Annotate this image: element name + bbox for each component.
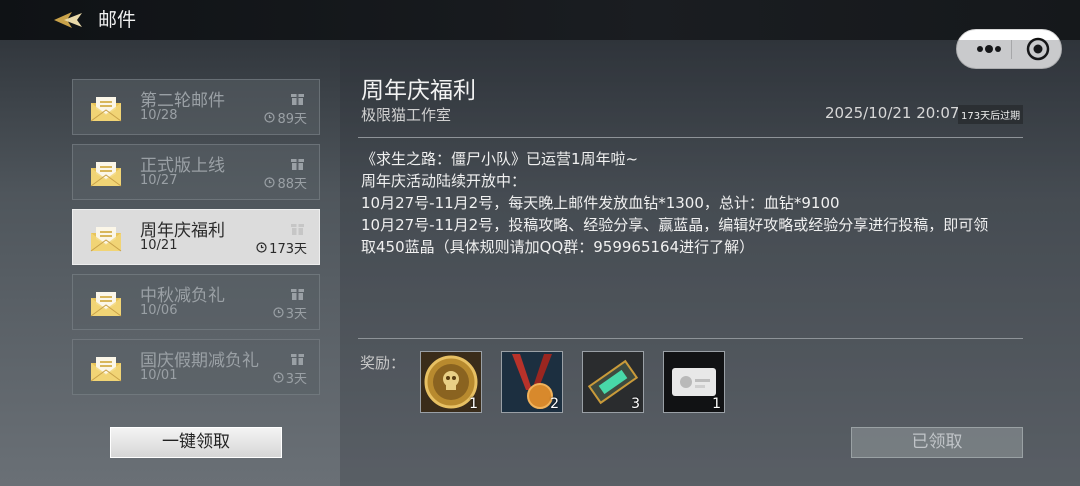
mail-days-left: 173天 (256, 238, 307, 257)
top-bar: 邮件 (0, 0, 1080, 40)
mail-days-left: 89天 (264, 108, 307, 127)
body-line: 取450蓝晶（具体规则请加QQ群：959965164进行了解） (361, 238, 755, 256)
mail-list-item[interactable]: 国庆假期减负礼 10/01 3天 (72, 339, 320, 395)
mail-list-item[interactable]: 中秋减负礼 10/06 3天 (72, 274, 320, 330)
body-line: 周年庆活动陆续开放中： (361, 172, 527, 190)
rewards-label: 奖励： (360, 354, 406, 372)
body-line: 10月27号-11月2号，投稿攻略、经验分享、赢蓝晶，编辑好攻略或经验分享进行投… (361, 216, 989, 234)
mail-list-item[interactable]: 周年庆福利 10/21 173天 (72, 209, 320, 265)
reward-item[interactable]: 1 (663, 351, 725, 413)
reward-item[interactable]: 2 (501, 351, 563, 413)
gift-icon (291, 94, 304, 105)
mail-date: 10/01 (140, 368, 178, 383)
envelope-icon (90, 292, 122, 317)
gift-icon (291, 224, 304, 235)
reward-qty: 2 (550, 396, 559, 412)
mail-date: 10/28 (140, 108, 178, 123)
mail-datetime: 2025/10/21 20:07 (825, 104, 960, 122)
days-text: 88天 (277, 177, 307, 192)
mail-days-left: 88天 (264, 173, 307, 192)
mail-list: 第二轮邮件 10/28 89天 正式版上线 10/27 88天 周年庆福利 10/21 173天… (0, 40, 340, 486)
reward-qty: 3 (631, 396, 640, 412)
mail-date: 10/06 (140, 303, 178, 318)
mail-body: 《求生之路：僵尸小队》已运营1周年啦~ 周年庆活动陆续开放中： 10月27号-1… (361, 148, 1026, 258)
gift-icon (291, 354, 304, 365)
envelope-icon (90, 357, 122, 382)
claim-all-button[interactable]: 一键领取 (110, 427, 282, 458)
gift-icon (291, 289, 304, 300)
days-text: 89天 (277, 112, 307, 127)
divider (358, 338, 1023, 339)
reward-qty: 1 (469, 396, 478, 412)
mail-list-item[interactable]: 正式版上线 10/27 88天 (72, 144, 320, 200)
expire-badge: 173天后过期 (958, 105, 1024, 124)
mail-detail-panel: 周年庆福利 极限猫工作室 2025/10/21 20:07 173天后过期 《求… (340, 40, 1080, 486)
mail-sender: 极限猫工作室 (361, 106, 452, 124)
mail-title: 周年庆福利 (361, 78, 476, 104)
days-text: 173天 (269, 242, 307, 257)
back-arrow-icon[interactable] (52, 10, 86, 30)
body-line: 《求生之路：僵尸小队》已运营1周年啦~ (361, 150, 639, 168)
clock-icon (256, 242, 267, 253)
envelope-icon (90, 162, 122, 187)
clock-icon (273, 372, 284, 383)
reward-item[interactable]: 3 (582, 351, 644, 413)
page-title: 邮件 (98, 9, 137, 31)
clock-icon (264, 112, 276, 123)
reward-item[interactable]: 1 (420, 351, 482, 413)
envelope-icon (90, 97, 122, 122)
envelope-icon (90, 227, 122, 252)
body-line: 10月27号-11月2号，每天晚上邮件发放血钻*1300，总计：血钻*9100 (361, 194, 840, 212)
divider (358, 137, 1023, 138)
clock-icon (264, 177, 276, 188)
reward-qty: 1 (712, 396, 721, 412)
gift-icon (291, 159, 304, 170)
mail-days-left: 3天 (273, 303, 307, 322)
mail-days-left: 3天 (273, 368, 307, 387)
mail-date: 10/27 (140, 173, 178, 188)
mail-date: 10/21 (140, 238, 178, 253)
clock-icon (273, 307, 284, 318)
mail-list-item[interactable]: 第二轮邮件 10/28 89天 (72, 79, 320, 135)
days-text: 3天 (285, 372, 307, 387)
claimed-button[interactable]: 已领取 (851, 427, 1023, 458)
days-text: 3天 (285, 307, 307, 322)
